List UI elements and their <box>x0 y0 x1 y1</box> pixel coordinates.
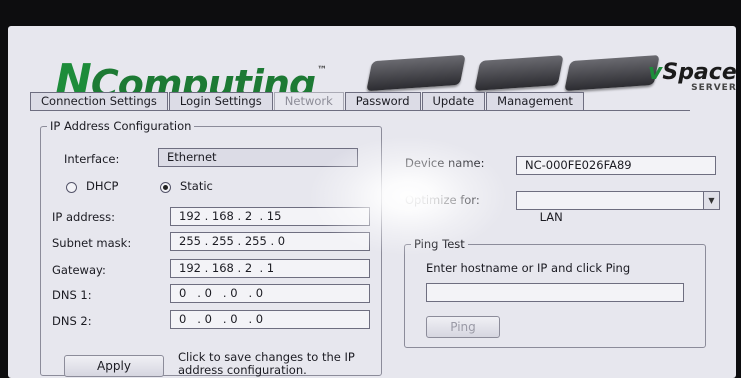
ip-config-legend: IP Address Configuration <box>47 119 195 133</box>
gateway-label: Gateway: <box>52 263 106 277</box>
dns1-label: DNS 1: <box>52 288 92 302</box>
vspace-settings-window: N Computing ™ vSpace SERVER Connection Set… <box>8 26 736 378</box>
logo-trademark: ™ <box>317 65 327 76</box>
dns1-input[interactable]: 0 . 0 . 0 . 0 <box>170 284 370 303</box>
bezel-edge <box>728 180 741 240</box>
dhcp-label: DHCP <box>86 179 119 193</box>
ping-instruction: Enter hostname or IP and click Ping <box>426 261 631 275</box>
device-image-2 <box>474 55 564 91</box>
settings-tabs: Connection Settings Login Settings Netwo… <box>30 92 585 110</box>
vspace-server-logo: vSpace SERVER <box>648 60 736 93</box>
static-label: Static <box>180 179 213 193</box>
dns2-input[interactable]: 0 . 0 . 0 . 0 <box>170 310 370 329</box>
dhcp-radio[interactable] <box>66 182 77 193</box>
optimize-for-label: Optimize for: <box>405 193 480 207</box>
device-image-3 <box>564 54 660 92</box>
product-v: v <box>648 60 663 85</box>
ip-address-label: IP address: <box>52 210 116 224</box>
gateway-input[interactable]: 192 . 168 . 2 . 1 <box>170 259 370 278</box>
ping-button[interactable]: Ping <box>426 316 500 338</box>
tab-connection-settings[interactable]: Connection Settings <box>30 92 168 110</box>
optimize-for-select[interactable]: LAN ▼ <box>516 191 720 224</box>
optimize-for-value: LAN <box>539 210 563 224</box>
tab-password[interactable]: Password <box>344 92 421 110</box>
tab-update[interactable]: Update <box>421 92 486 110</box>
tab-login-settings[interactable]: Login Settings <box>168 92 273 110</box>
product-space: Space <box>662 60 736 85</box>
ip-address-input[interactable]: 192 . 168 . 2 . 15 <box>170 207 370 226</box>
device-name-input[interactable]: NC-000FE026FA89 <box>516 156 716 175</box>
ping-test-legend: Ping Test <box>411 237 468 251</box>
chevron-down-icon[interactable]: ▼ <box>703 192 719 209</box>
ping-host-input[interactable] <box>426 283 684 302</box>
tab-divider <box>30 110 690 111</box>
apply-hint: Click to save changes to the IP address … <box>178 350 355 377</box>
static-radio[interactable] <box>160 182 171 193</box>
device-name-label: Device name: <box>405 156 485 170</box>
interface-select[interactable]: Ethernet <box>158 148 358 167</box>
tab-management[interactable]: Management <box>486 92 584 110</box>
dns2-label: DNS 2: <box>52 314 92 328</box>
subnet-mask-input[interactable]: 255 . 255 . 255 . 0 <box>170 232 370 251</box>
interface-label: Interface: <box>64 152 120 166</box>
subnet-mask-label: Subnet mask: <box>52 236 132 250</box>
tab-network[interactable]: Network <box>273 92 344 110</box>
apply-button[interactable]: Apply <box>64 355 164 377</box>
device-image-1 <box>366 54 466 92</box>
